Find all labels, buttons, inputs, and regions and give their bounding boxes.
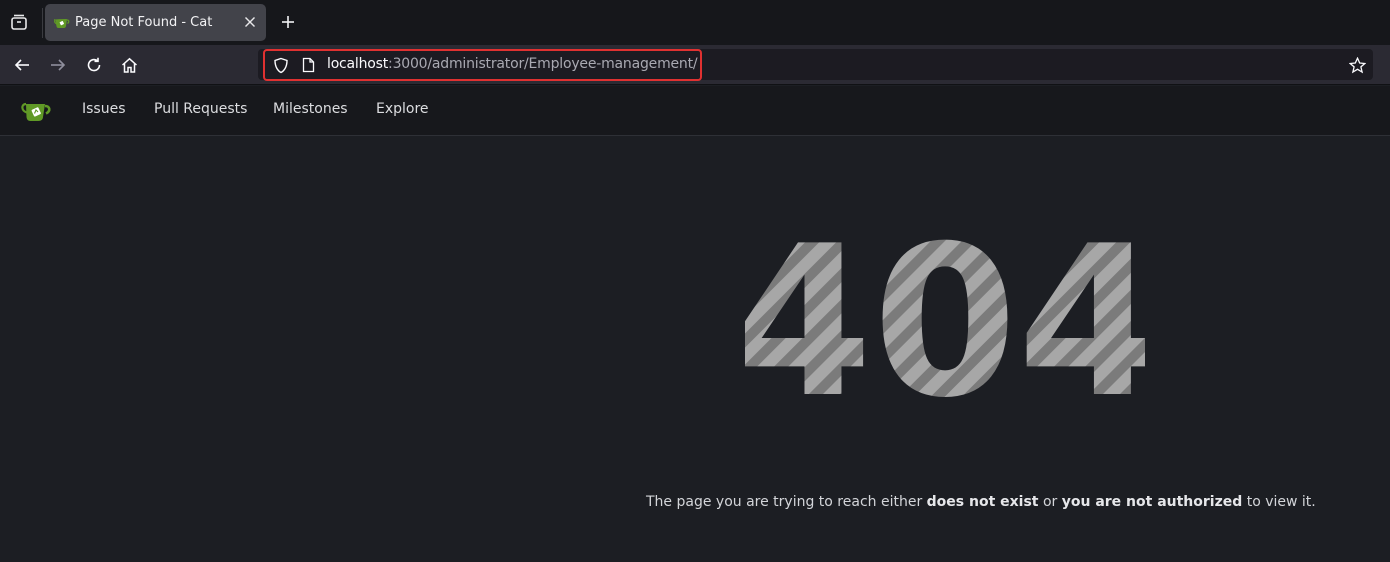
back-arrow-icon[interactable] (9, 52, 35, 78)
nav-pull-requests[interactable]: Pull Requests (154, 101, 247, 117)
main-content: 404 The page you are trying to reach eit… (0, 137, 1390, 562)
tab-close-icon[interactable] (242, 14, 258, 30)
url-text[interactable]: localhost:3000/administrator/Employee-ma… (327, 56, 698, 72)
url-host: localhost (327, 56, 389, 72)
gitea-logo-icon[interactable] (20, 99, 52, 123)
url-path: :3000/administrator/Employee-management/ (388, 56, 698, 72)
error-message: The page you are trying to reach either … (646, 494, 1316, 510)
site-navbar: Issues Pull Requests Milestones Explore (0, 86, 1390, 136)
tabstrip-divider (42, 8, 43, 38)
home-icon[interactable] (116, 52, 142, 78)
message-suffix: to view it. (1242, 494, 1316, 510)
forward-arrow-icon[interactable] (45, 52, 71, 78)
message-mid: or (1038, 494, 1062, 510)
tracking-shield-icon[interactable] (272, 56, 290, 74)
nav-issues[interactable]: Issues (82, 101, 126, 117)
tab-title: Page Not Found - Cat (75, 15, 213, 30)
gitea-favicon-icon (54, 15, 70, 31)
nav-explore[interactable]: Explore (376, 101, 429, 117)
browser-tab-strip: Page Not Found - Cat (0, 0, 1390, 45)
tab-overview-icon[interactable] (4, 6, 34, 38)
page-info-icon[interactable] (300, 56, 316, 74)
browser-toolbar: localhost:3000/administrator/Employee-ma… (0, 45, 1390, 85)
browser-tab-active[interactable]: Page Not Found - Cat (45, 4, 266, 41)
new-tab-plus-icon[interactable] (276, 10, 300, 34)
error-code-404: 404 (745, 209, 1145, 409)
bookmark-star-icon[interactable] (1347, 55, 1367, 75)
address-bar[interactable]: localhost:3000/administrator/Employee-ma… (258, 49, 1373, 80)
nav-milestones[interactable]: Milestones (273, 101, 348, 117)
reload-icon[interactable] (81, 52, 107, 78)
error-code-text: 404 (745, 209, 1145, 409)
message-bold-not-exist: does not exist (926, 494, 1039, 510)
message-bold-not-authorized: you are not authorized (1061, 494, 1243, 510)
message-prefix: The page you are trying to reach either (646, 494, 927, 510)
